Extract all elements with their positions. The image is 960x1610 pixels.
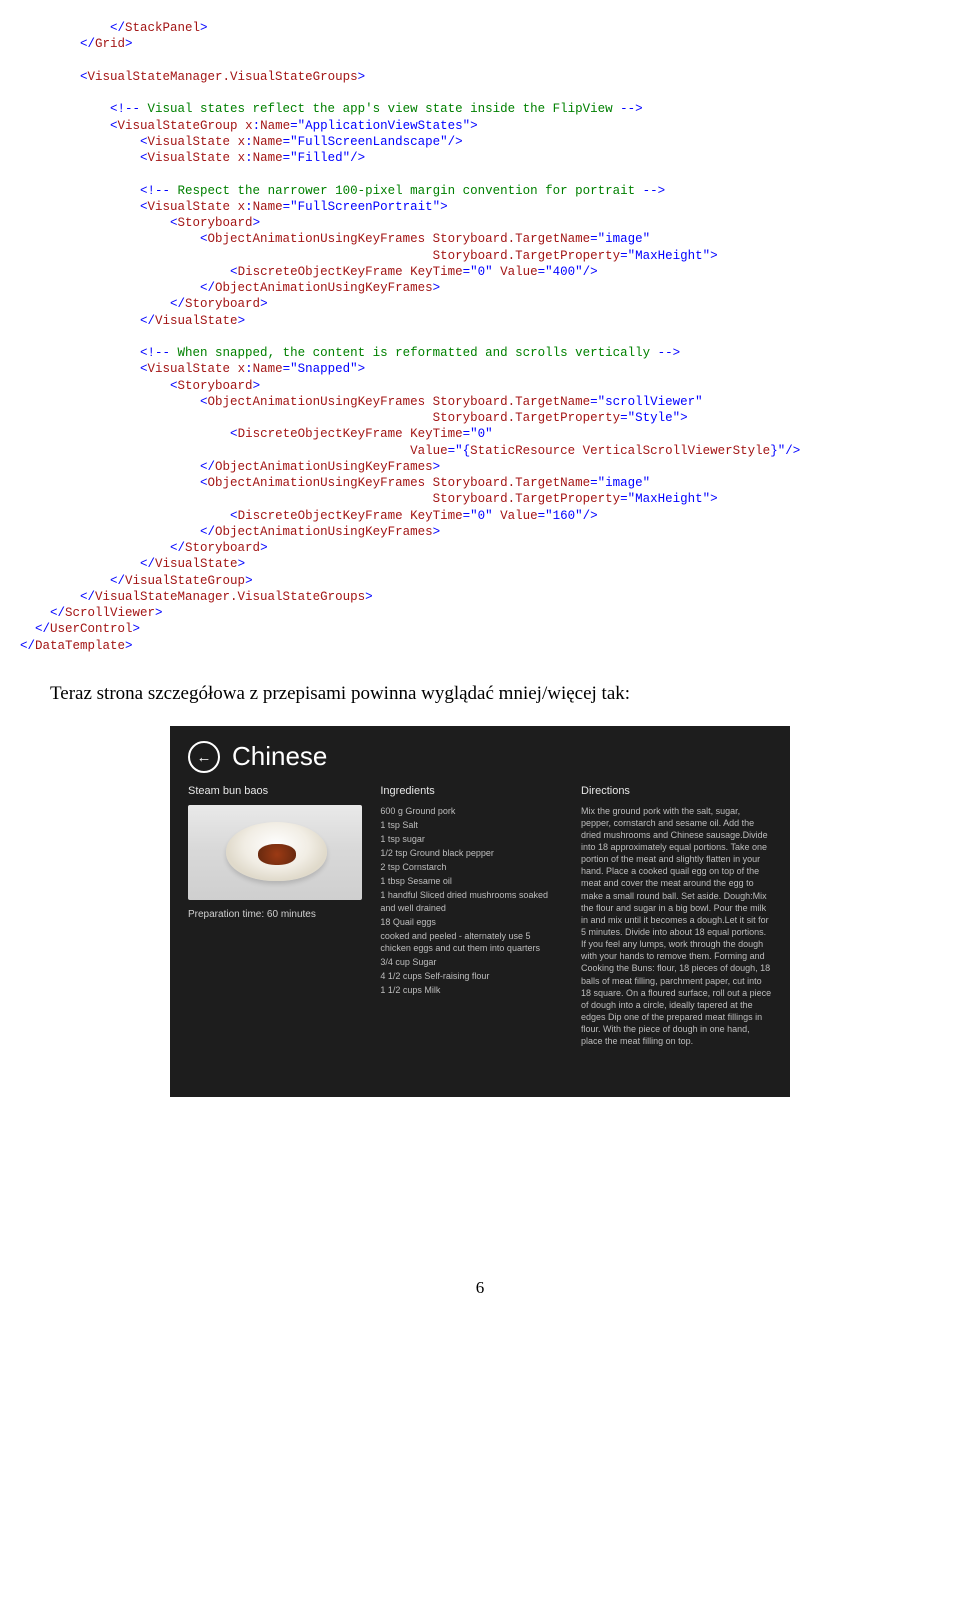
page-title: Chinese xyxy=(232,740,327,774)
ingredient-item: 3/4 cup Sugar xyxy=(380,956,563,968)
ingredients-heading: Ingredients xyxy=(380,784,563,798)
ingredient-item: 1/2 tsp Ground black pepper xyxy=(380,847,563,859)
app-screenshot: ← Chinese Steam bun baos Preparation tim… xyxy=(170,726,790,1097)
ingredient-item: 2 tsp Cornstarch xyxy=(380,861,563,873)
ingredient-item: 4 1/2 cups Self-raising flour xyxy=(380,970,563,982)
back-button[interactable]: ← xyxy=(188,741,220,773)
xaml-code-block: </StackPanel> </Grid> <VisualStateManage… xyxy=(20,20,940,654)
ingredient-item: 600 g Ground pork xyxy=(380,805,563,817)
ingredient-item: cooked and peeled - alternately use 5 ch… xyxy=(380,930,563,954)
ingredient-item: 18 Quail eggs xyxy=(380,916,563,928)
directions-heading: Directions xyxy=(581,784,772,798)
recipe-name-heading: Steam bun baos xyxy=(188,784,362,798)
ingredient-item: 1 tbsp Sesame oil xyxy=(380,875,563,887)
ingredient-item: 1 1/2 cups Milk xyxy=(380,984,563,996)
ingredient-item: 1 tsp Salt xyxy=(380,819,563,831)
body-paragraph: Teraz strona szczegółowa z przepisami po… xyxy=(50,682,940,707)
page-number: 6 xyxy=(20,1277,940,1299)
recipe-image xyxy=(188,805,362,900)
ingredient-item: 1 tsp sugar xyxy=(380,833,563,845)
prep-time: Preparation time: 60 minutes xyxy=(188,908,362,921)
ingredients-list: 600 g Ground pork 1 tsp Salt 1 tsp sugar 1/… xyxy=(380,805,563,997)
ingredient-item: 1 handful Sliced dried mushrooms soaked … xyxy=(380,889,563,913)
directions-text: Mix the ground pork with the salt, sugar… xyxy=(581,805,772,1048)
back-arrow-icon: ← xyxy=(197,748,212,768)
